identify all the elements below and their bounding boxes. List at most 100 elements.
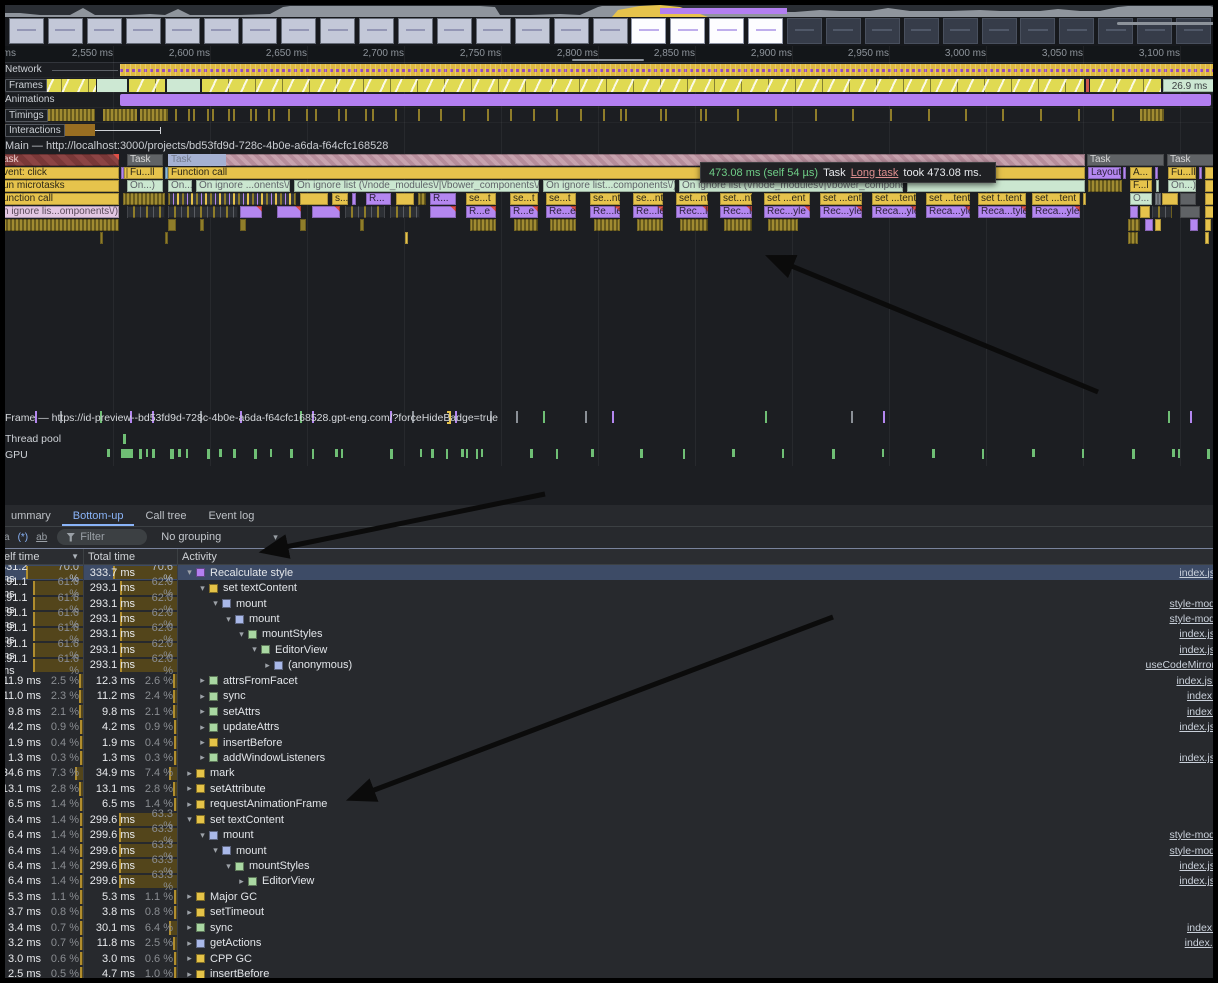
track-frames[interactable]: Frames 26.9 ms — [0, 77, 1218, 92]
flame-entry[interactable] — [1156, 180, 1159, 192]
filmstrip-thumbnail[interactable] — [515, 18, 550, 44]
table-row-mount[interactable]: 6.4 ms1.4 %299.6 ms63.3 %▾mountstyle-mod — [0, 843, 1218, 858]
flame-entry[interactable] — [1205, 180, 1215, 192]
timing-marker[interactable] — [533, 109, 535, 121]
flame-entry[interactable] — [200, 219, 204, 231]
flame-entry[interactable] — [1123, 167, 1126, 179]
filmstrip-thumbnail[interactable] — [631, 18, 666, 44]
flame-entry[interactable] — [300, 219, 306, 231]
flame-entry[interactable] — [514, 219, 538, 231]
track-timings[interactable]: Timings — [0, 107, 1218, 122]
source-link[interactable]: index. — [1187, 922, 1218, 934]
flame-entry-setent[interactable]: set ...ent — [820, 193, 862, 205]
source-link[interactable]: index. — [1187, 706, 1218, 718]
match-case-icon[interactable]: a — [4, 532, 10, 543]
tree-expand-caret[interactable]: ▸ — [183, 938, 196, 949]
timing-marker[interactable] — [580, 109, 582, 121]
timing-marker[interactable] — [288, 109, 290, 121]
table-row-settimeout[interactable]: 3.7 ms0.8 %3.8 ms0.8 %▸setTimeout — [0, 905, 1218, 920]
flame-entry-nignorelisomponents[interactable]: n ignore lis...omponents\/) — [0, 206, 119, 218]
timing-marker[interactable] — [620, 109, 622, 121]
tree-expand-caret[interactable]: ▾ — [183, 567, 196, 578]
flame-entry[interactable] — [550, 219, 576, 231]
flame-entry-ree[interactable]: Re...e — [546, 206, 576, 218]
timing-marker[interactable] — [193, 109, 195, 121]
track-interactions[interactable]: Interactions — [0, 122, 1218, 137]
flame-entry[interactable] — [0, 219, 119, 231]
flame-entry[interactable] — [1088, 180, 1122, 192]
timing-marker[interactable] — [463, 109, 465, 121]
timing-marker[interactable] — [345, 109, 347, 121]
flame-entry[interactable] — [345, 206, 385, 218]
timing-marker[interactable] — [188, 109, 190, 121]
filmstrip-thumbnail[interactable] — [281, 18, 316, 44]
source-link[interactable]: index.js — [1179, 721, 1218, 733]
filmstrip-thumbnail[interactable] — [126, 18, 161, 44]
track-animations[interactable]: Animations — [0, 92, 1218, 107]
tree-expand-caret[interactable]: ▾ — [248, 644, 261, 655]
tree-expand-caret[interactable]: ▸ — [196, 675, 209, 686]
timing-marker[interactable] — [315, 109, 317, 121]
frame-block[interactable] — [97, 79, 127, 92]
mini-scrollbar-window[interactable] — [572, 59, 644, 61]
timing-marker[interactable] — [250, 109, 252, 121]
flame-entry-full[interactable]: Fu...ll — [127, 167, 163, 179]
cpu-overview-strip[interactable] — [0, 4, 1218, 17]
timing-marker[interactable] — [440, 109, 442, 121]
source-link[interactable]: index. — [1187, 690, 1218, 702]
table-row-addwindowlisteners[interactable]: 1.3 ms0.3 %1.3 ms0.3 %▸addWindowListener… — [0, 750, 1218, 765]
flame-entry[interactable] — [1180, 193, 1196, 205]
flame-entry-recyle[interactable]: Rec...yle — [764, 206, 810, 218]
timing-marker[interactable] — [306, 109, 308, 121]
table-row-insertbefore[interactable]: 1.9 ms0.4 %1.9 ms0.4 %▸insertBefore — [0, 735, 1218, 750]
filmstrip-thumbnail[interactable] — [1020, 18, 1055, 44]
timing-marker[interactable] — [395, 109, 397, 121]
main-thread-title[interactable]: Main — http://localhost:3000/projects/bd… — [5, 140, 388, 152]
flame-entry-task[interactable]: Task — [1167, 154, 1218, 166]
flame-entry[interactable] — [277, 206, 301, 218]
tree-expand-caret[interactable]: ▾ — [209, 598, 222, 609]
timing-marker[interactable] — [890, 109, 892, 121]
flame-entry[interactable] — [430, 206, 456, 218]
filmstrip-thumbnail[interactable] — [943, 18, 978, 44]
flame-entry[interactable] — [360, 219, 364, 231]
filmstrip-thumbnail[interactable] — [904, 18, 939, 44]
flame-entry-setnt[interactable]: set...nt — [676, 193, 708, 205]
flame-entry-r[interactable]: R... — [366, 193, 391, 205]
flame-entry[interactable] — [418, 193, 426, 205]
timing-marker[interactable] — [1078, 109, 1080, 121]
table-row-anonymous[interactable]: 291.1 ms61.6 %293.1 ms62.0 %▸(anonymous)… — [0, 658, 1218, 673]
flame-entry-on[interactable]: On...) — [1168, 180, 1196, 192]
table-row-majorgc[interactable]: 5.3 ms1.1 %5.3 ms1.1 %▸Major GC — [0, 889, 1218, 904]
source-link[interactable]: index.js — [1179, 567, 1218, 579]
flame-entry[interactable] — [594, 219, 620, 231]
flame-entry-onignoreonents[interactable]: On ignore ...onents\/) — [196, 180, 290, 192]
tree-expand-caret[interactable]: ▾ — [222, 861, 235, 872]
flame-entry-rele[interactable]: Re...le — [633, 206, 663, 218]
filmstrip-thumbnail[interactable] — [1059, 18, 1094, 44]
tree-expand-caret[interactable]: ▸ — [196, 706, 209, 717]
flame-entry[interactable] — [100, 232, 103, 244]
flame-entry-onignorelistnodemodulesbowercomponents[interactable]: On ignore list (\/node_modules\/|\/bower… — [294, 180, 539, 192]
filmstrip-thumbnail[interactable] — [593, 18, 628, 44]
source-link[interactable]: style-mod — [1169, 598, 1218, 610]
timing-marker[interactable] — [255, 109, 257, 121]
tree-expand-caret[interactable]: ▾ — [209, 845, 222, 856]
flame-entry-recayle[interactable]: Reca...yle — [926, 206, 970, 218]
filmstrip-thumbnail[interactable] — [554, 18, 589, 44]
timing-marker[interactable] — [372, 109, 374, 121]
flame-entry-re[interactable]: R...e — [510, 206, 538, 218]
flame-entry[interactable] — [1199, 167, 1202, 179]
filmstrip-thumbnail[interactable] — [865, 18, 900, 44]
tree-expand-caret[interactable]: ▾ — [222, 614, 235, 625]
table-row-mount[interactable]: 6.4 ms1.4 %299.6 ms63.3 %▾mountstyle-mod — [0, 827, 1218, 842]
timing-marker[interactable] — [928, 109, 930, 121]
flame-entry-ventclick[interactable]: vent: click — [0, 167, 119, 179]
tree-expand-caret[interactable]: ▸ — [183, 922, 196, 933]
flame-entry[interactable] — [127, 206, 165, 218]
tree-expand-caret[interactable]: ▸ — [183, 891, 196, 902]
flame-entry-sent[interactable]: se...nt — [590, 193, 620, 205]
flame-entry[interactable] — [1205, 167, 1218, 179]
flame-entry-set[interactable]: se...t — [466, 193, 496, 205]
frame-track-label[interactable]: Frame — https://id-preview--bd53fd9d-728… — [5, 412, 498, 424]
